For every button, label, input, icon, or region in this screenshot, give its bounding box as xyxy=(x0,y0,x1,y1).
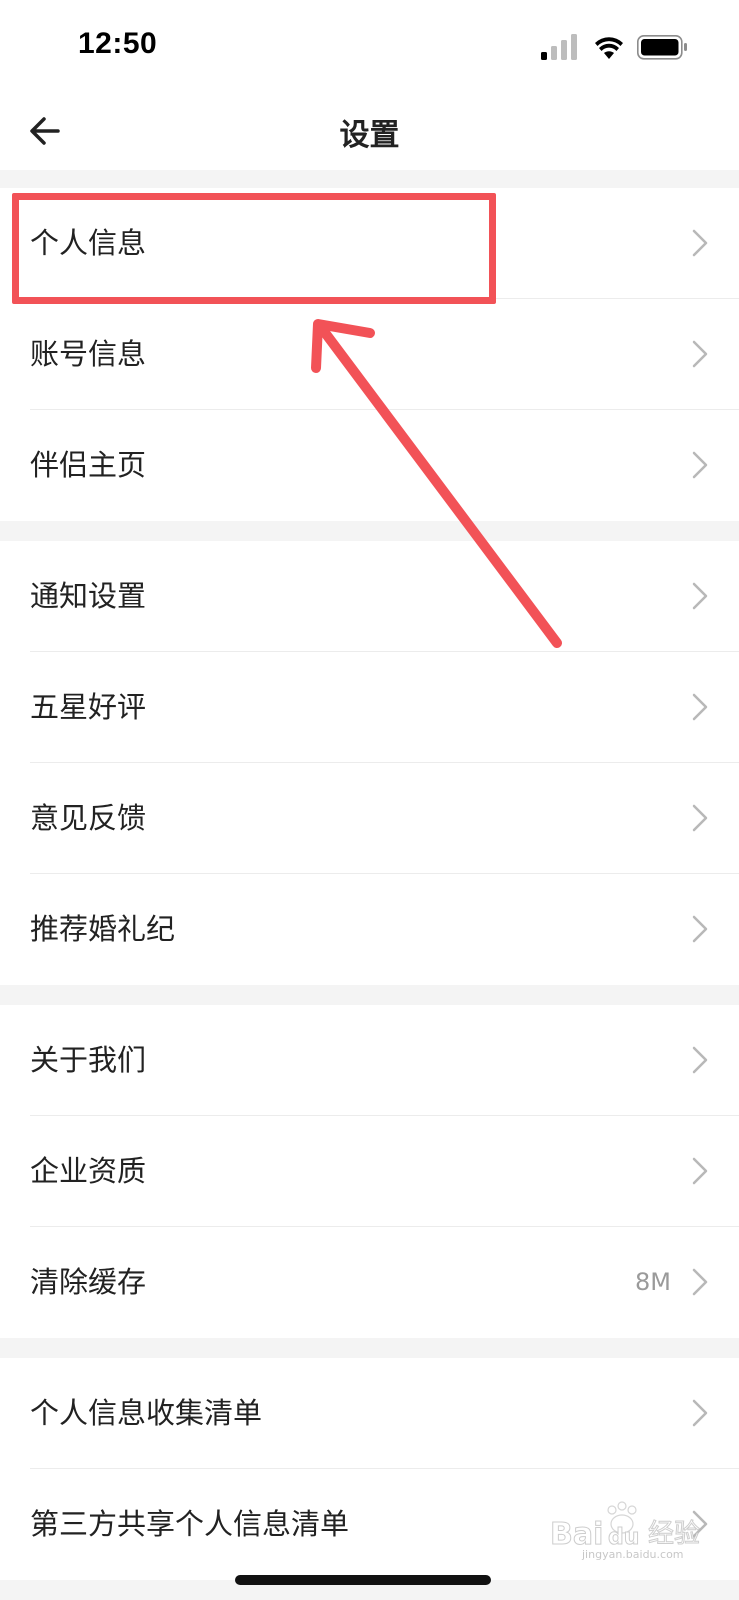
cache-size-value: 8M xyxy=(635,1268,671,1296)
row-third-party-sharing-list[interactable]: 第三方共享个人信息清单 xyxy=(0,1469,739,1580)
row-label: 企业资质 xyxy=(30,1154,147,1188)
row-partner-home[interactable]: 伴侣主页 xyxy=(0,410,739,521)
page-title: 设置 xyxy=(339,118,400,153)
chevron-right-icon xyxy=(692,451,708,479)
row-personal-info-collection-list[interactable]: 个人信息收集清单 xyxy=(0,1358,739,1469)
settings-group-general: 通知设置 五星好评 意见反馈 推荐婚礼纪 xyxy=(0,541,739,985)
row-five-star-review[interactable]: 五星好评 xyxy=(0,652,739,763)
row-company-qualification[interactable]: 企业资质 xyxy=(0,1116,739,1227)
settings-group-about: 关于我们 企业资质 清除缓存 8M xyxy=(0,1005,739,1338)
chevron-right-icon xyxy=(692,340,708,368)
row-about-us[interactable]: 关于我们 xyxy=(0,1005,739,1116)
row-label: 关于我们 xyxy=(30,1043,147,1077)
row-notification-settings[interactable]: 通知设置 xyxy=(0,541,739,652)
chevron-right-icon xyxy=(692,915,708,943)
cellular-signal-icon xyxy=(541,34,577,60)
chevron-right-icon xyxy=(692,1268,708,1296)
status-time: 12:50 xyxy=(78,27,158,60)
status-icons xyxy=(541,34,687,60)
row-label: 个人信息 xyxy=(30,226,147,260)
chevron-right-icon xyxy=(692,1399,708,1427)
home-indicator[interactable] xyxy=(235,1575,491,1585)
chevron-right-icon xyxy=(692,693,708,721)
row-account-info[interactable]: 账号信息 xyxy=(0,299,739,410)
row-label: 账号信息 xyxy=(30,337,147,371)
row-personal-info[interactable]: 个人信息 xyxy=(0,188,739,299)
row-label: 推荐婚礼纪 xyxy=(30,912,176,946)
row-label: 五星好评 xyxy=(30,690,147,724)
chevron-right-icon xyxy=(692,229,708,257)
row-label: 通知设置 xyxy=(30,579,147,613)
row-feedback[interactable]: 意见反馈 xyxy=(0,763,739,874)
row-label: 第三方共享个人信息清单 xyxy=(30,1507,350,1541)
chevron-right-icon xyxy=(692,1157,708,1185)
row-label: 意见反馈 xyxy=(30,801,147,835)
chevron-right-icon xyxy=(692,582,708,610)
row-label: 伴侣主页 xyxy=(30,448,147,482)
status-bar: 12:50 xyxy=(0,0,739,94)
nav-bar: 设置 xyxy=(0,94,739,170)
row-clear-cache[interactable]: 清除缓存 8M xyxy=(0,1227,739,1338)
row-recommend-app[interactable]: 推荐婚礼纪 xyxy=(0,874,739,985)
chevron-right-icon xyxy=(692,1046,708,1074)
chevron-right-icon xyxy=(692,1510,708,1538)
chevron-right-icon xyxy=(692,804,708,832)
settings-group-account: 个人信息 账号信息 伴侣主页 xyxy=(0,188,739,521)
battery-icon xyxy=(637,35,687,60)
wifi-icon xyxy=(595,37,623,59)
row-label: 清除缓存 xyxy=(30,1265,147,1299)
row-label: 个人信息收集清单 xyxy=(30,1396,263,1430)
settings-group-privacy: 个人信息收集清单 第三方共享个人信息清单 xyxy=(0,1358,739,1580)
